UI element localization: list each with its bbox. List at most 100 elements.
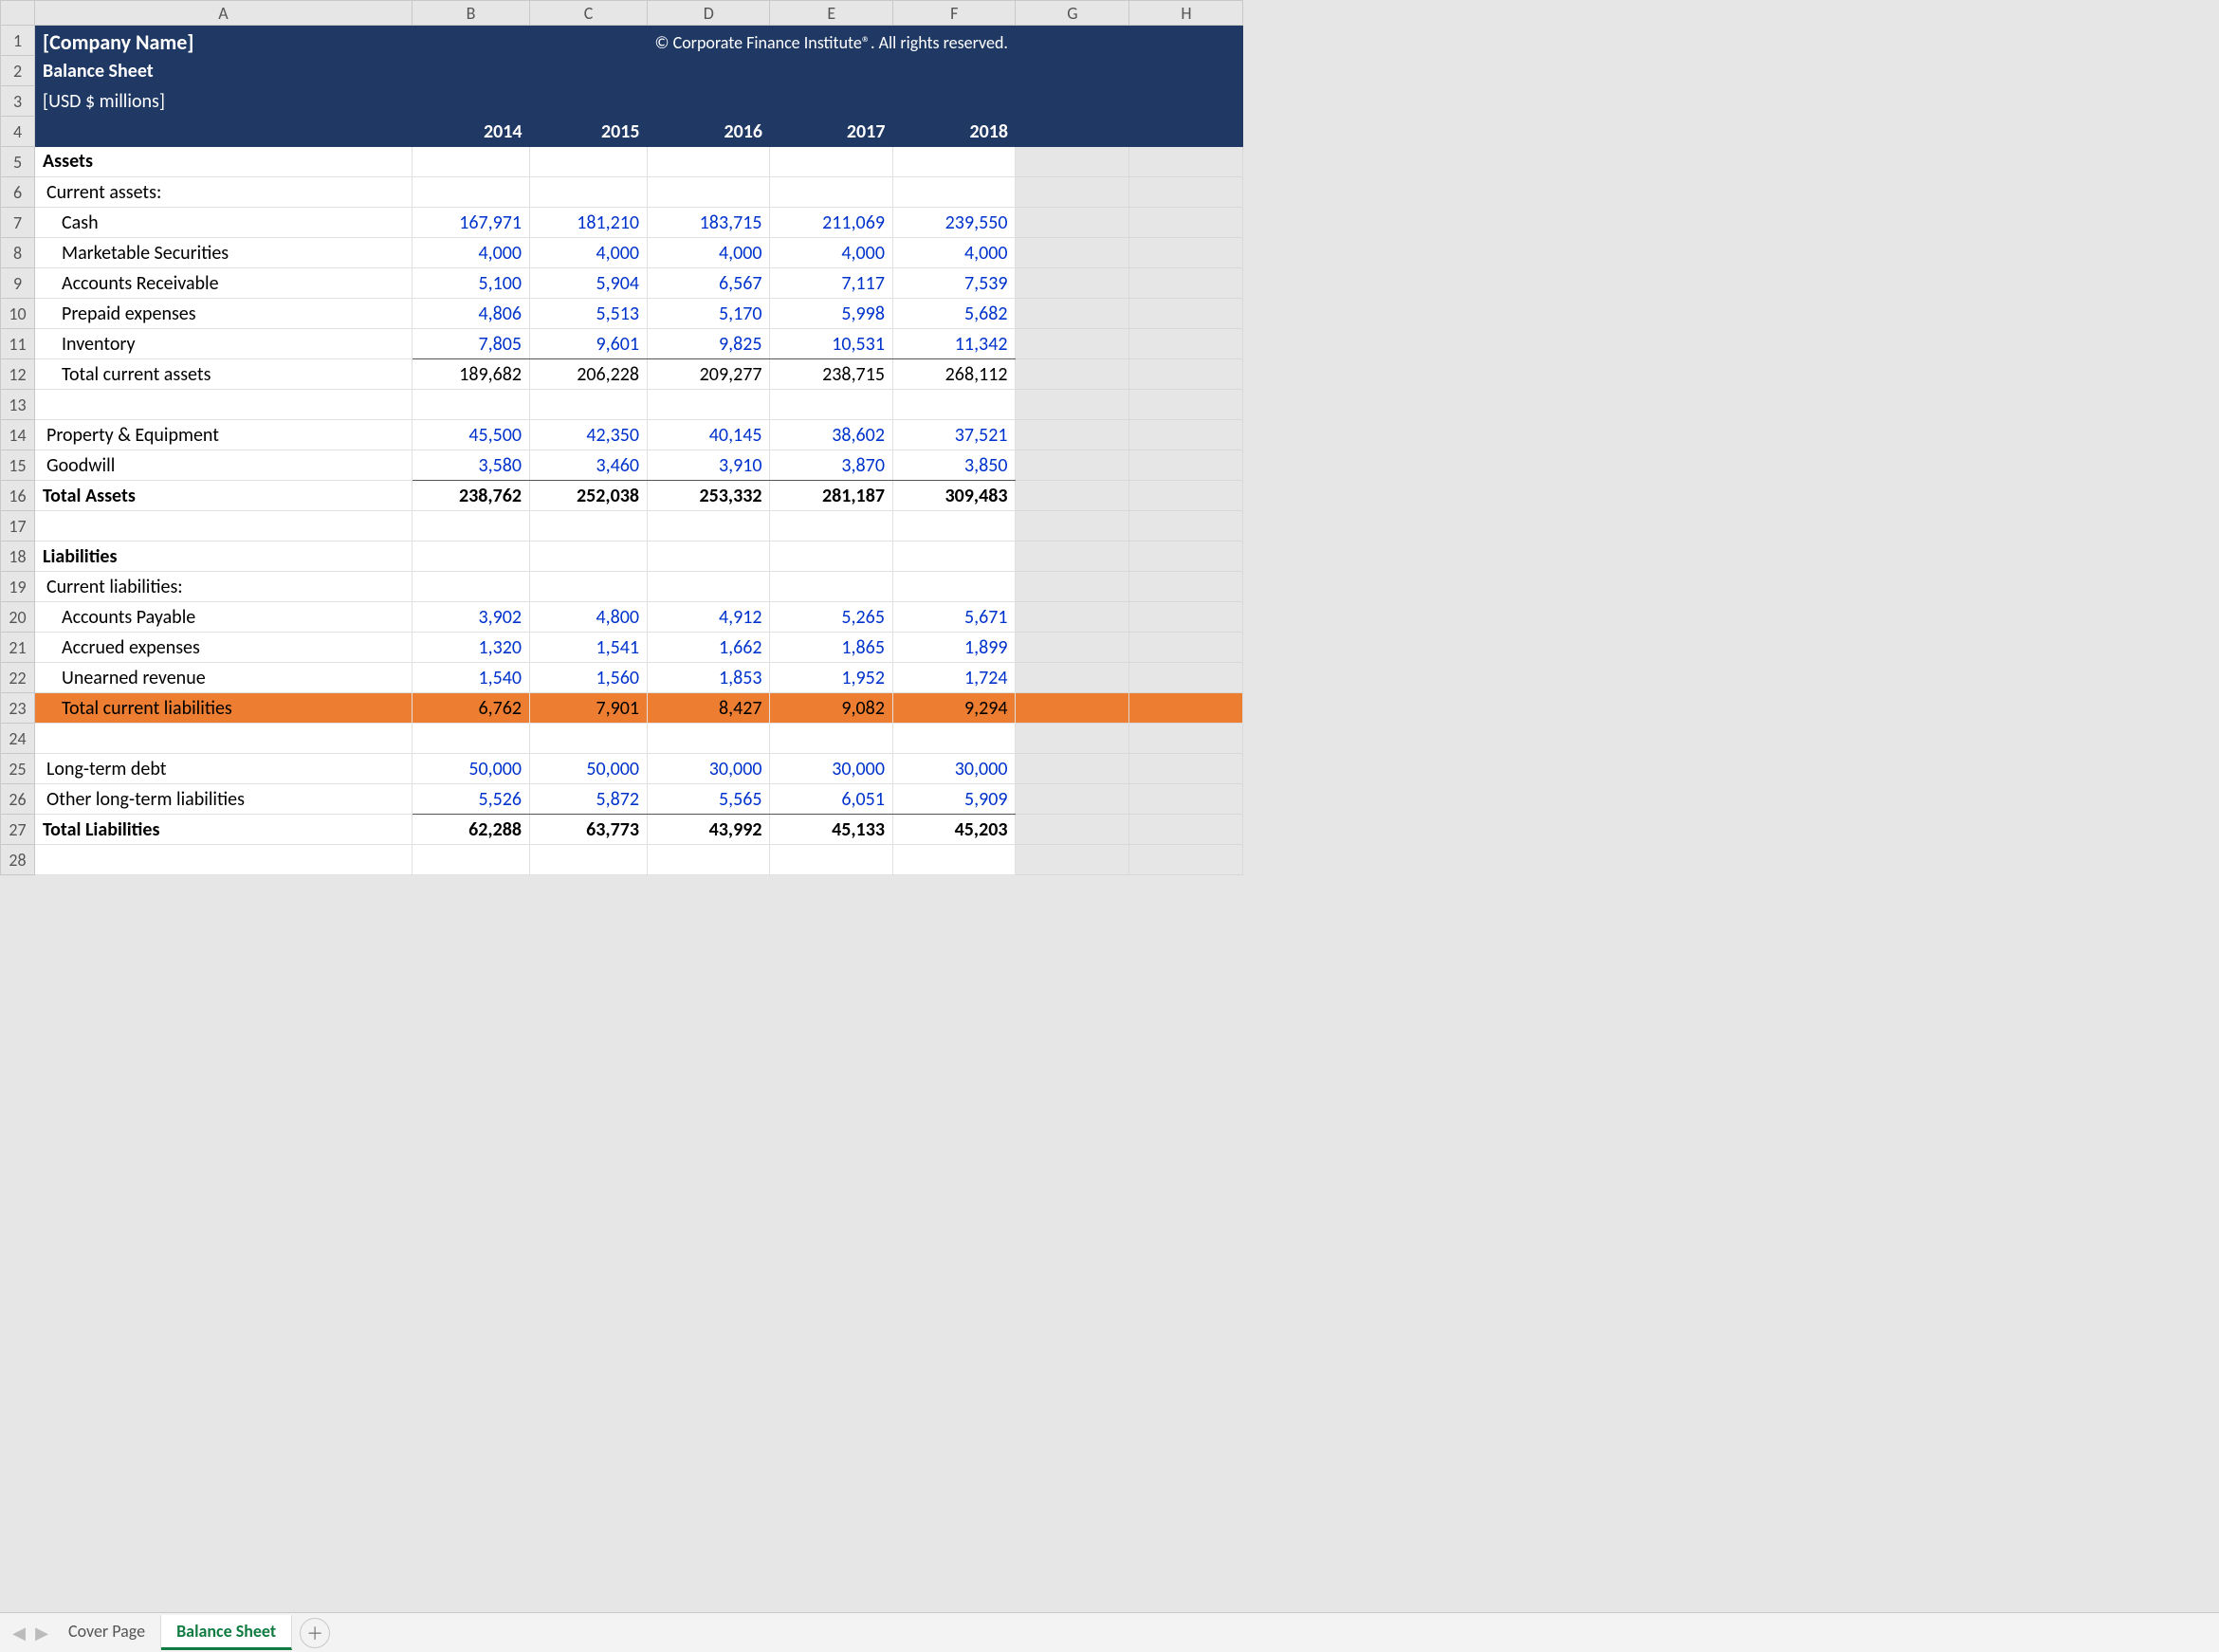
cell[interactable]: [530, 845, 648, 875]
sheet-tab-cover-page[interactable]: Cover Page: [53, 1615, 161, 1650]
cell-blank[interactable]: [1016, 450, 1129, 481]
cell-blank[interactable]: [1129, 633, 1243, 663]
year-header-2015[interactable]: 2015: [530, 117, 648, 147]
row-header-3[interactable]: 3: [1, 86, 35, 117]
cell-value[interactable]: 268,112: [892, 359, 1016, 390]
cell-value[interactable]: 4,000: [892, 238, 1016, 268]
cell-blank[interactable]: [1016, 693, 1129, 724]
year-header-2014[interactable]: 2014: [413, 117, 530, 147]
cell-value[interactable]: 9,082: [770, 693, 892, 724]
cell[interactable]: [892, 390, 1016, 420]
cell-blank[interactable]: [1016, 815, 1129, 845]
cell-value[interactable]: 5,909: [892, 784, 1016, 815]
cell-value[interactable]: 8,427: [648, 693, 770, 724]
cell-value[interactable]: [770, 177, 892, 208]
cell-blank[interactable]: [1016, 541, 1129, 572]
currency-unit[interactable]: [USD $ millions]: [35, 86, 413, 117]
row-label[interactable]: Long-term debt: [35, 754, 413, 784]
cell-value[interactable]: 5,565: [648, 784, 770, 815]
cell-blank[interactable]: [1129, 359, 1243, 390]
cell-blank[interactable]: [1129, 602, 1243, 633]
cell-value[interactable]: 11,342: [892, 329, 1016, 359]
cell-value[interactable]: [648, 177, 770, 208]
cell-value[interactable]: [892, 572, 1016, 602]
cell-value[interactable]: 7,805: [413, 329, 530, 359]
cell-value[interactable]: 3,910: [648, 450, 770, 481]
cell-blank[interactable]: [1016, 238, 1129, 268]
cell-value[interactable]: 5,265: [770, 602, 892, 633]
cell[interactable]: [648, 845, 770, 875]
cell-value[interactable]: 37,521: [892, 420, 1016, 450]
cell-value[interactable]: [648, 572, 770, 602]
row-header-4[interactable]: 4: [1, 117, 35, 147]
cell-value[interactable]: 5,872: [530, 784, 648, 815]
row-header-19[interactable]: 19: [1, 572, 35, 602]
cell-value[interactable]: 30,000: [892, 754, 1016, 784]
cell-blank[interactable]: [1129, 208, 1243, 238]
cell-value[interactable]: 4,912: [648, 602, 770, 633]
cell-blank[interactable]: [1129, 238, 1243, 268]
cell-value[interactable]: 1,541: [530, 633, 648, 663]
cell-value[interactable]: 1,560: [530, 663, 648, 693]
cell[interactable]: [35, 390, 413, 420]
cell[interactable]: [530, 511, 648, 541]
cell-value[interactable]: 1,952: [770, 663, 892, 693]
cell-blank[interactable]: [1016, 481, 1129, 511]
cell-value[interactable]: 4,000: [770, 238, 892, 268]
cell-blank[interactable]: [1016, 633, 1129, 663]
cell-value[interactable]: 211,069: [770, 208, 892, 238]
row-label[interactable]: Total current assets: [35, 359, 413, 390]
cell-value[interactable]: 3,902: [413, 602, 530, 633]
row-header-11[interactable]: 11: [1, 329, 35, 359]
row-header-16[interactable]: 16: [1, 481, 35, 511]
cell-value[interactable]: 5,526: [413, 784, 530, 815]
row-header-2[interactable]: 2: [1, 56, 35, 86]
row-label[interactable]: Other long-term liabilities: [35, 784, 413, 815]
cell-blank[interactable]: [1016, 359, 1129, 390]
cell-value[interactable]: [530, 147, 648, 177]
cell[interactable]: [530, 390, 648, 420]
row-header-1[interactable]: 1: [1, 26, 35, 56]
cell[interactable]: [892, 845, 1016, 875]
cell[interactable]: [35, 511, 413, 541]
cell-value[interactable]: 45,203: [892, 815, 1016, 845]
cell-value[interactable]: 50,000: [413, 754, 530, 784]
cell[interactable]: [413, 56, 530, 86]
row-header-20[interactable]: 20: [1, 602, 35, 633]
cell-blank[interactable]: [1129, 541, 1243, 572]
row-label[interactable]: Cash: [35, 208, 413, 238]
row-header-28[interactable]: 28: [1, 845, 35, 875]
cell-value[interactable]: 5,671: [892, 602, 1016, 633]
cell-blank[interactable]: [1016, 602, 1129, 633]
row-header-8[interactable]: 8: [1, 238, 35, 268]
cell-value[interactable]: 7,117: [770, 268, 892, 299]
row-header-7[interactable]: 7: [1, 208, 35, 238]
cell-blank[interactable]: [1129, 845, 1243, 875]
col-header-D[interactable]: D: [648, 1, 770, 26]
cell-value[interactable]: 238,762: [413, 481, 530, 511]
cell-value[interactable]: [413, 541, 530, 572]
cell-value[interactable]: [413, 177, 530, 208]
cell-value[interactable]: 209,277: [648, 359, 770, 390]
cell[interactable]: [648, 86, 770, 117]
cell-value[interactable]: [530, 177, 648, 208]
cell-blank[interactable]: [1016, 845, 1129, 875]
cell-blank[interactable]: [1016, 754, 1129, 784]
cell[interactable]: [413, 724, 530, 754]
row-label[interactable]: Accounts Payable: [35, 602, 413, 633]
cell-value[interactable]: 239,550: [892, 208, 1016, 238]
cell-value[interactable]: 183,715: [648, 208, 770, 238]
cell[interactable]: [648, 724, 770, 754]
cell-value[interactable]: 30,000: [770, 754, 892, 784]
cell-blank[interactable]: [1016, 299, 1129, 329]
cell[interactable]: [892, 724, 1016, 754]
cell-blank[interactable]: [1016, 177, 1129, 208]
cell-blank[interactable]: [1016, 56, 1129, 86]
cell-value[interactable]: 7,539: [892, 268, 1016, 299]
cell-value[interactable]: 5,100: [413, 268, 530, 299]
cell-value[interactable]: 1,320: [413, 633, 530, 663]
cell-blank[interactable]: [1129, 390, 1243, 420]
cell[interactable]: [770, 724, 892, 754]
cell-value[interactable]: [770, 147, 892, 177]
cell-value[interactable]: 252,038: [530, 481, 648, 511]
